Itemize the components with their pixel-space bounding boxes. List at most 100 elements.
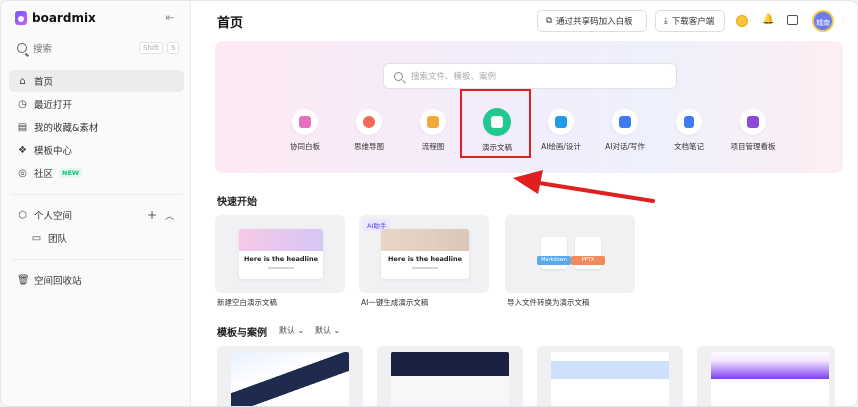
search-icon: [17, 43, 27, 53]
join-by-code-button[interactable]: ⧉ 通过共享码加入白板: [537, 10, 647, 32]
sidebar-item-team[interactable]: ▭ 团队: [23, 227, 184, 249]
quick-start-label: 新建空白演示文稿: [217, 298, 277, 307]
collapse-sidebar-icon[interactable]: ⇤: [163, 11, 177, 25]
mindmap-icon: [356, 109, 382, 135]
chevron-down-icon: ⌄: [297, 326, 305, 335]
community-icon: ◎: [18, 167, 27, 179]
quick-start-label: 导入文件转换为演示文稿: [507, 298, 590, 307]
sidebar-item-label: 首页: [34, 77, 54, 88]
coin-icon[interactable]: [736, 15, 748, 27]
highlight-box: [460, 89, 531, 158]
tool-doc-notes[interactable]: 文档笔记: [658, 109, 720, 157]
flowchart-icon: [420, 109, 446, 135]
tool-label: AI对话/写作: [605, 142, 645, 151]
quick-start-title: 快速开始: [217, 197, 257, 208]
sidebar-divider: [11, 259, 183, 260]
shortcut-key-shift: Shift: [139, 42, 163, 54]
markdown-chip: Markdown: [537, 256, 571, 265]
sidebar-divider: [11, 194, 183, 195]
whiteboard-icon: [292, 109, 318, 135]
cube-icon: ⬡: [18, 209, 27, 221]
filter-label: 默认: [279, 326, 295, 335]
sidebar-item-label: 个人空间: [34, 211, 73, 222]
filter-label: 默认: [315, 326, 331, 335]
ai-chat-icon: [612, 109, 638, 135]
template-card[interactable]: [697, 346, 835, 406]
filter-sort-dropdown[interactable]: 默认 ⌄: [279, 325, 304, 336]
download-icon: ⤓: [664, 16, 668, 26]
sidebar-search[interactable]: 搜索 Shift S: [11, 38, 183, 58]
sidebar-item-trash[interactable]: 🗑 空间回收站: [9, 269, 184, 291]
join-code-icon: ⧉: [546, 16, 553, 26]
new-badge: NEW: [59, 168, 83, 178]
search-placeholder: 搜索文件、模板、案例: [411, 72, 497, 82]
tool-label: 协同白板: [290, 142, 320, 151]
collection-icon: ▤: [17, 121, 28, 133]
pptx-chip: PPTX: [571, 256, 605, 265]
template-card[interactable]: [217, 346, 363, 406]
template-card[interactable]: [377, 346, 523, 406]
template-card[interactable]: [537, 346, 683, 406]
app-window: boardmix ⇤ 搜索 Shift S ⌂ 首页 ◷ 最近打开 ▤ 我的收藏…: [0, 0, 858, 407]
chevron-up-icon[interactable]: ︿: [165, 209, 174, 222]
import-file-card[interactable]: Markdown PPTX: [505, 215, 635, 293]
tool-kanban[interactable]: 项目管理看板: [722, 109, 784, 157]
sidebar-item-label: 团队: [48, 234, 68, 245]
home-icon: ⌂: [19, 75, 26, 87]
markdown-file-icon: Markdown: [537, 237, 571, 269]
sidebar-item-label: 空间回收站: [34, 276, 82, 287]
template-icon: ❖: [18, 144, 27, 156]
main-search-input[interactable]: 搜索文件、模板、案例: [383, 63, 677, 89]
sidebar-item-label: 最近打开: [34, 100, 73, 111]
filter-type-dropdown[interactable]: 默认 ⌄: [315, 325, 340, 336]
kanban-icon: [740, 109, 766, 135]
sidebar: boardmix ⇤ 搜索 Shift S ⌂ 首页 ◷ 最近打开 ▤ 我的收藏…: [1, 1, 191, 406]
chevron-down-icon: ⌄: [333, 326, 341, 335]
join-by-code-label: 通过共享码加入白板: [556, 17, 633, 27]
brand-logo[interactable]: boardmix: [15, 10, 96, 26]
sidebar-item-favorites[interactable]: ▤ 我的收藏&素材: [9, 116, 184, 138]
main-content: 首页 ⧉ 通过共享码加入白板 ⤓ 下载客户端 🔔 城南 搜索文件、模板、案例 协…: [191, 1, 857, 406]
tool-label: 项目管理看板: [730, 142, 776, 151]
tool-flowchart[interactable]: 流程图: [402, 109, 464, 157]
ai-painting-icon: [548, 109, 574, 135]
clock-icon: ◷: [18, 98, 27, 110]
avatar[interactable]: 城南: [812, 10, 834, 32]
tool-mindmap[interactable]: 思维导图: [338, 109, 400, 157]
tool-whiteboard[interactable]: 协同白板: [274, 109, 336, 157]
sidebar-item-label: 我的收藏&素材: [34, 123, 99, 134]
tool-ai-chat[interactable]: AI对话/写作: [594, 109, 656, 157]
new-blank-presentation-card[interactable]: Here is the headline: [215, 215, 345, 293]
sidebar-item-templates[interactable]: ❖ 模板中心: [9, 139, 184, 161]
download-client-button[interactable]: ⤓ 下载客户端: [655, 10, 725, 32]
add-space-icon[interactable]: +: [147, 208, 157, 222]
slide-headline: Here is the headline: [387, 255, 463, 263]
sidebar-item-label: 社区: [34, 169, 54, 180]
boardmix-logo-icon: [15, 11, 27, 25]
tool-label: 流程图: [421, 142, 445, 151]
trash-icon: 🗑: [17, 274, 30, 286]
slide-preview: Here is the headline: [381, 229, 469, 279]
sidebar-item-home[interactable]: ⌂ 首页: [9, 70, 184, 92]
brand-name: boardmix: [32, 11, 96, 25]
ai-generate-presentation-card[interactable]: AI助手 Here is the headline: [359, 215, 489, 293]
slide-preview: Here is the headline: [239, 229, 323, 279]
sidebar-item-recent[interactable]: ◷ 最近打开: [9, 93, 184, 115]
sidebar-search-label: 搜索: [33, 44, 53, 55]
tool-label: 文档笔记: [674, 142, 704, 151]
slide-headline: Here is the headline: [243, 255, 319, 263]
bell-icon[interactable]: 🔔: [762, 14, 774, 26]
tool-label: AI绘画/设计: [541, 142, 581, 151]
inbox-icon[interactable]: [787, 15, 798, 25]
tool-label: 思维导图: [354, 142, 384, 151]
search-icon: [394, 71, 403, 81]
tool-ai-painting[interactable]: AI绘画/设计: [530, 109, 592, 157]
shortcut-key-s: S: [167, 42, 180, 54]
doc-notes-icon: [676, 109, 702, 135]
sidebar-item-personal-space[interactable]: ⬡ 个人空间: [9, 204, 184, 226]
templates-title: 模板与案例: [217, 328, 267, 339]
download-client-label: 下载客户端: [671, 17, 715, 27]
folder-icon: ▭: [31, 232, 42, 244]
sidebar-item-community[interactable]: ◎ 社区 NEW: [9, 162, 184, 184]
page-title: 首页: [217, 16, 244, 31]
